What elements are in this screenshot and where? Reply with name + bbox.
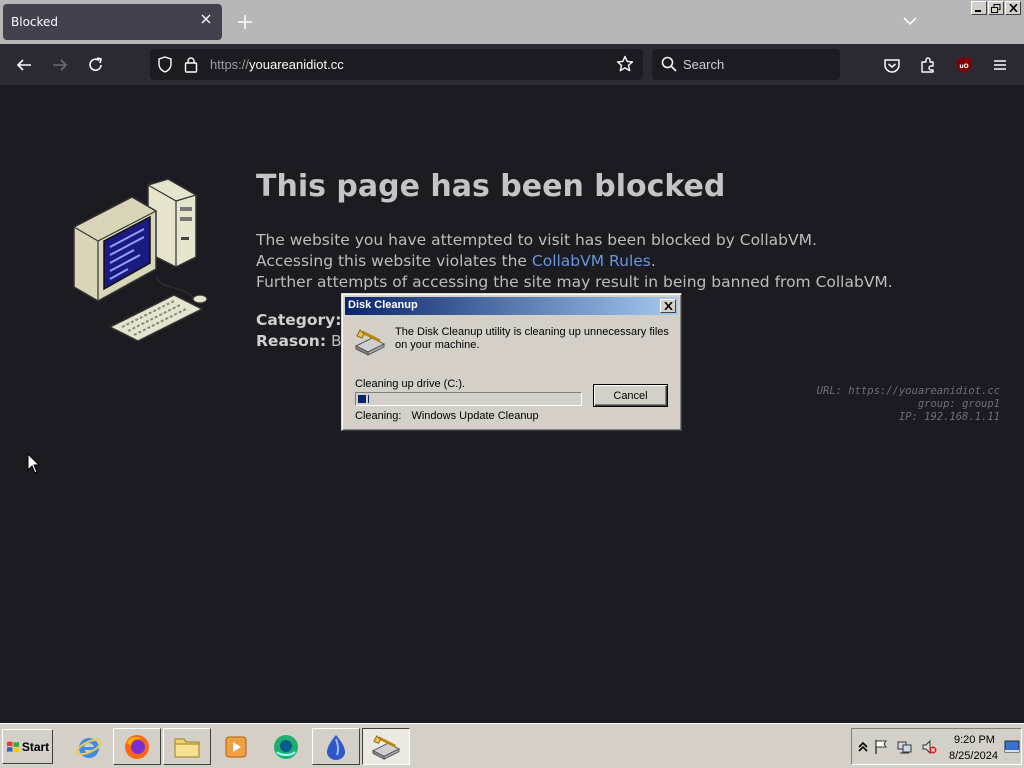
- firefox-icon: [125, 734, 149, 759]
- dialog-message: The Disk Cleanup utility is cleaning up …: [395, 326, 669, 351]
- url-bar[interactable]: https://youareanidiot.cc: [150, 49, 643, 80]
- back-button[interactable]: [11, 52, 37, 78]
- meta-url: URL: https://youareanidiot.cc: [816, 385, 1000, 397]
- collabvm-rules-link[interactable]: CollabVM Rules: [532, 252, 651, 270]
- blocked-message-line-2: Accessing this website violates the Coll…: [256, 252, 656, 270]
- puzzle-icon: [921, 57, 934, 73]
- flag-icon[interactable]: [873, 739, 889, 755]
- lock-icon[interactable]: [184, 56, 198, 73]
- show-hidden-icons-icon[interactable]: [855, 739, 871, 755]
- system-tray: 9:20 PM 8/25/2024: [851, 728, 1022, 765]
- taskbar-explorer[interactable]: [163, 728, 211, 765]
- meta-group: group: group1: [917, 398, 1000, 410]
- progress-fill: [358, 395, 369, 403]
- chevron-down-icon[interactable]: [900, 13, 920, 29]
- dialog-close-button[interactable]: [660, 299, 676, 313]
- tab-strip: Blocked: [0, 0, 1024, 44]
- hamburger-menu-icon: [994, 60, 1006, 70]
- start-button[interactable]: Start: [2, 729, 53, 764]
- block-metadata: URL: https://youareanidiot.cc group: gro…: [817, 385, 1000, 424]
- svg-text:uO: uO: [959, 63, 968, 70]
- taskbar-kde[interactable]: [312, 728, 360, 765]
- page-heading: This page has been blocked: [256, 169, 726, 204]
- blocked-message-line-3: Further attempts of accessing the site m…: [256, 273, 893, 291]
- minimize-button[interactable]: [971, 1, 987, 15]
- new-tab-icon[interactable]: [234, 11, 256, 33]
- tab-blocked[interactable]: Blocked: [3, 4, 222, 40]
- restore-icon: [991, 3, 1001, 13]
- volume-muted-icon[interactable]: [921, 739, 937, 755]
- window-controls: [971, 1, 1021, 15]
- cleaning-status: Cleaning: Windows Update Cleanup: [355, 410, 539, 422]
- mouse-cursor-icon: [27, 453, 41, 474]
- disk-cleanup-icon: [371, 734, 401, 760]
- taskbar-media-player[interactable]: [212, 728, 260, 765]
- status-value: Windows Update Cleanup: [411, 410, 539, 422]
- windows-logo-icon: [6, 741, 19, 752]
- pocket-button[interactable]: [879, 52, 905, 78]
- url-text: https://youareanidiot.cc: [210, 57, 344, 72]
- meta-ip: IP: 192.168.1.11: [898, 411, 1000, 423]
- close-window-button[interactable]: [1005, 1, 1021, 15]
- back-arrow-icon: [16, 59, 31, 71]
- search-placeholder: Search: [683, 57, 725, 72]
- taskbar-ie[interactable]: [65, 728, 113, 765]
- blocked-message-line-1: The website you have attempted to visit …: [256, 231, 817, 249]
- pocket-icon: [884, 59, 900, 73]
- navigation-toolbar: https://youareanidiot.cc Search uO: [0, 44, 1024, 85]
- restore-button[interactable]: [988, 1, 1004, 15]
- extensions-button[interactable]: [915, 52, 941, 78]
- computer-illustration: [73, 178, 208, 342]
- ublock-button[interactable]: uO: [951, 52, 977, 78]
- network-icon[interactable]: [897, 739, 913, 755]
- status-label: Cleaning:: [355, 410, 402, 422]
- forward-arrow-icon: [53, 59, 68, 71]
- search-bar[interactable]: Search: [652, 49, 840, 80]
- dialog-title: Disk Cleanup: [348, 299, 418, 311]
- explorer-icon: [174, 738, 200, 757]
- media-player-icon: [225, 736, 247, 757]
- show-desktop-icon[interactable]: [1004, 739, 1020, 755]
- cleanup-progress-bar: [355, 392, 582, 406]
- reload-icon: [89, 57, 102, 71]
- taskbar-firefox[interactable]: [113, 728, 161, 765]
- dialog-title-bar[interactable]: Disk Cleanup: [345, 297, 678, 315]
- ie-icon: [76, 737, 102, 758]
- forward-button[interactable]: [47, 52, 73, 78]
- disk-cleanup-dialog: Disk Cleanup The Disk Cleanup utility is…: [341, 293, 682, 431]
- menu-button[interactable]: [987, 52, 1013, 78]
- clock-time: 9:20 PM: [954, 734, 995, 746]
- kde-icon: [327, 734, 345, 760]
- minimize-icon: [975, 10, 981, 12]
- start-label: Start: [21, 739, 50, 754]
- taskbar-messenger[interactable]: [262, 728, 310, 765]
- star-bookmark-icon[interactable]: [616, 55, 634, 73]
- shield-icon[interactable]: [157, 56, 173, 73]
- cancel-button[interactable]: Cancel: [593, 384, 668, 407]
- tab-title: Blocked: [11, 15, 59, 29]
- disk-cleanup-icon: [354, 329, 386, 356]
- close-tab-icon[interactable]: [199, 12, 213, 26]
- reload-button[interactable]: [83, 52, 109, 78]
- search-icon: [661, 56, 677, 72]
- ublock-origin-icon: uO: [957, 57, 971, 73]
- messenger-icon: [274, 734, 298, 759]
- clock-date: 8/25/2024: [949, 750, 998, 762]
- close-icon: [1008, 4, 1018, 12]
- taskbar-disk-cleanup[interactable]: [362, 728, 410, 765]
- close-icon: [663, 302, 673, 310]
- drive-label: Cleaning up drive (C:).: [355, 378, 466, 390]
- taskbar: Start 9:20 PM 8/25/2024: [0, 723, 1024, 768]
